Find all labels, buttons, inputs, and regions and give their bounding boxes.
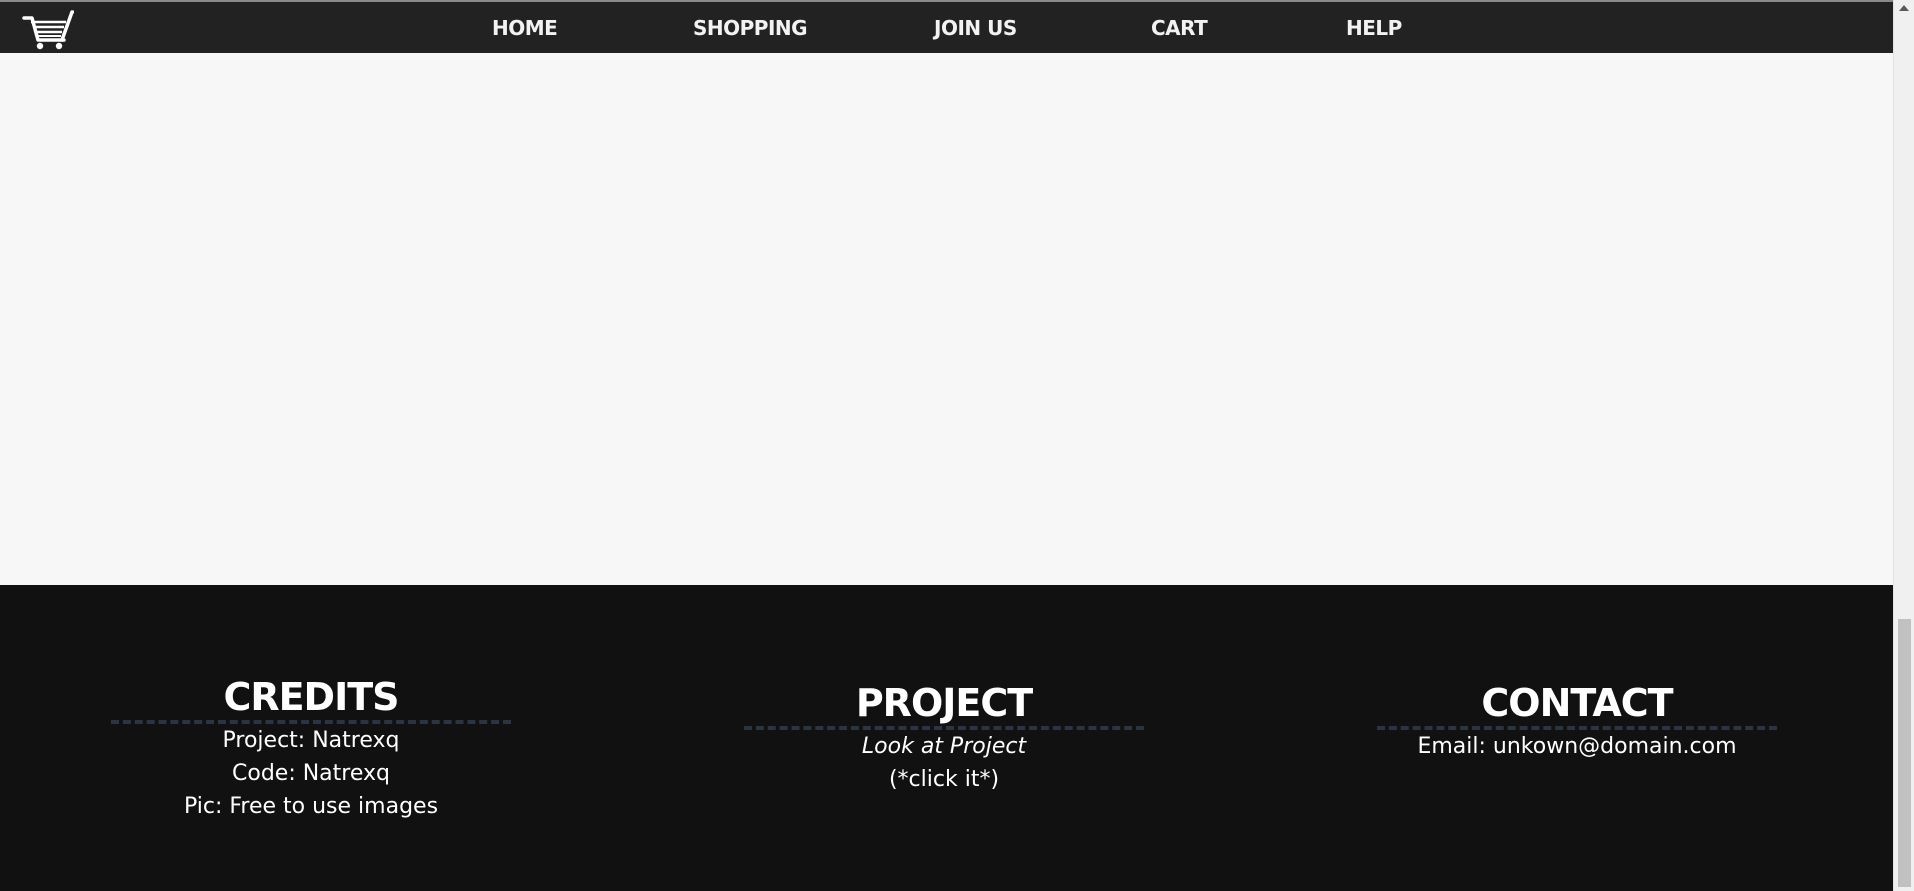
credits-project: Project: Natrexq <box>222 728 400 753</box>
nav-cart[interactable]: CART <box>1151 16 1208 40</box>
nav-join-us[interactable]: JOIN US <box>934 16 1017 40</box>
credits-title: CREDITS <box>223 675 399 719</box>
footer: CREDITS Project: Natrexq Code: Natrexq P… <box>0 585 1893 891</box>
shopping-cart-icon[interactable] <box>22 6 74 50</box>
contact-email[interactable]: Email: unkown@domain.com <box>1377 730 1777 763</box>
nav-shopping[interactable]: SHOPPING <box>693 16 808 40</box>
credits-section: CREDITS Project: Natrexq Code: Natrexq P… <box>111 674 511 823</box>
nav-help[interactable]: HELP <box>1346 16 1402 40</box>
credits-code: Code: Natrexq <box>232 761 390 786</box>
project-title: PROJECT <box>855 681 1033 725</box>
nav-home[interactable]: HOME <box>492 16 558 40</box>
main-content <box>0 53 1893 585</box>
page: HOME SHOPPING JOIN US CART HELP CREDITS … <box>0 0 1893 891</box>
credits-pic: Pic: Free to use images <box>183 794 439 819</box>
project-hint: (*click it*) <box>888 767 1000 792</box>
project-section: PROJECT Look at Project (*click it*) <box>744 680 1144 796</box>
contact-title: CONTACT <box>1481 681 1673 725</box>
vertical-scrollbar[interactable] <box>1893 0 1914 891</box>
scroll-up-arrow-icon[interactable] <box>1899 5 1909 11</box>
contact-section: CONTACT Email: unkown@domain.com <box>1377 680 1777 763</box>
navbar: HOME SHOPPING JOIN US CART HELP <box>0 2 1893 53</box>
scrollbar-thumb[interactable] <box>1898 619 1911 887</box>
project-link[interactable]: Look at Project <box>744 730 1144 763</box>
